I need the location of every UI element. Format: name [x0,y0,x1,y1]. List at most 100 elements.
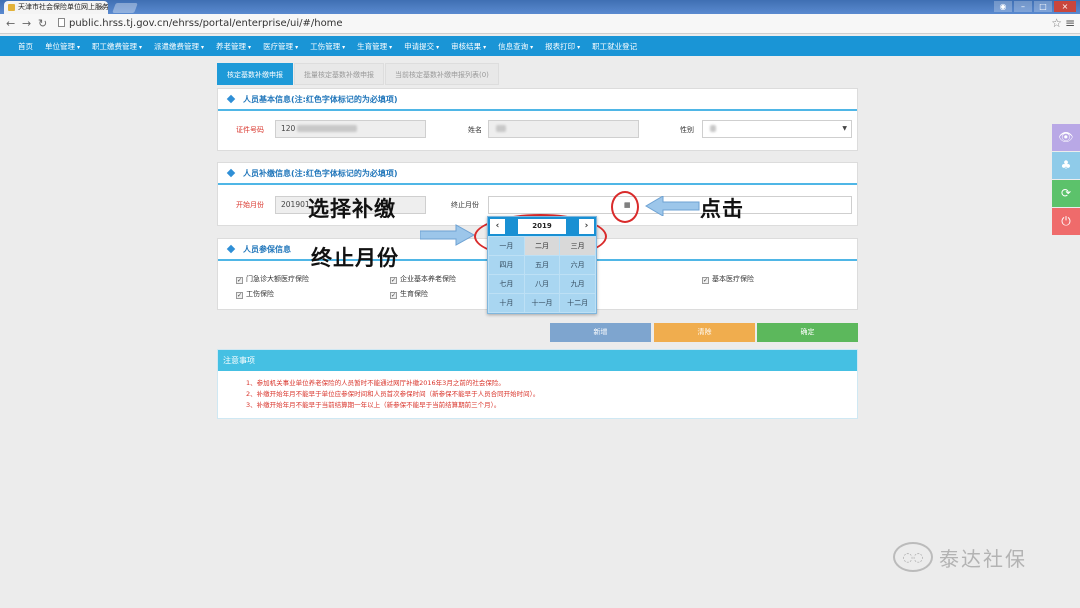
nav-item[interactable]: 工伤管理 ▾ [310,41,345,52]
nav-item[interactable]: 职工就业登记 [592,41,637,52]
nav-item[interactable]: 首页 [18,41,33,52]
tree-icon[interactable]: ♣ [1052,152,1080,179]
diamond-icon [226,244,236,254]
nav-item[interactable]: 信息查询 ▾ [498,41,533,52]
nav-item[interactable]: 职工缴费管理 ▾ [92,41,142,52]
id-number-field: 120 [275,120,426,138]
new-tab-button[interactable] [112,3,138,13]
month-picker-header: ‹ 2019 › [488,217,596,236]
nav-item-label: 审核结果 [451,41,482,51]
month-cell[interactable]: 六月 [560,256,595,274]
nav-item-label: 申请提交 [404,41,435,51]
insurance-checkbox[interactable]: ✓ 生育保险 [390,289,428,299]
month-cell[interactable]: 五月 [524,256,560,274]
diamond-icon [226,168,236,178]
name-field [488,120,639,138]
refresh-icon[interactable]: ⟳ [1052,180,1080,207]
insurance-checkbox[interactable]: ✓ 工伤保险 [236,289,274,299]
browser-tab-bar: 天津市社会保险单位网上服务 × ◉ – □ × [0,0,1080,14]
bookmark-star-icon[interactable]: ☆ [1051,16,1062,30]
favicon-icon [8,4,15,11]
reload-icon[interactable]: ↻ [38,17,47,31]
month-cell[interactable]: 七月 [489,275,524,293]
diamond-icon [226,94,236,104]
notice-line: 3、补缴开始年月不能早于当前结算期一年以上（新参保不能早于当前结算期前三个月）。 [246,401,501,409]
check-icon: ✓ [390,292,397,299]
nav-item-label: 工伤管理 [310,41,341,51]
user-icon[interactable]: ◉ [994,1,1012,12]
nav-item[interactable]: 派遣缴费管理 ▾ [154,41,204,52]
forward-icon[interactable]: → [22,17,31,31]
nav-item-label: 派遣缴费管理 [154,41,200,51]
nav-item[interactable]: 报表打印 ▾ [545,41,580,52]
chevron-down-icon: ▾ [248,43,252,51]
notice-line: 2、补缴开始年月不能早于单位应参保时间和人员首次参保时间（新参保不能早于人员合同… [246,390,540,398]
maximize-icon[interactable]: □ [1034,1,1052,12]
basic-info-header: 人员基本信息(注:红色字体标记的为必填项) [218,89,857,111]
end-month-label: 终止月份 [451,201,479,209]
month-cell[interactable]: 二月 [524,237,560,255]
new-button[interactable]: 新增 [550,323,651,342]
next-year-button[interactable]: › [579,219,594,234]
url-field[interactable]: public.hrss.tj.gov.cn/ehrss/portal/enter… [58,17,343,31]
tab-batch-supplement[interactable]: 批量核定基数补缴申报 [294,63,384,85]
basic-info-panel: 人员基本信息(注:红色字体标记的为必填项) 证件号码 120 姓名 性别 ▼ [217,88,858,151]
insurance-checkbox[interactable]: ✓ 企业基本养老保险 [390,274,456,284]
nav-item-label: 养老管理 [216,41,247,51]
nav-item[interactable]: 医疗管理 ▾ [263,41,298,52]
chevron-down-icon: ▾ [436,43,440,51]
side-toolbar: 👁 ♣ ⟳ ⏻ [1052,124,1080,236]
month-cell[interactable]: 十二月 [560,294,595,312]
close-tab-icon[interactable]: × [98,1,105,14]
check-icon: ✓ [702,277,709,284]
tab-single-supplement[interactable]: 核定基数补缴申报 [217,63,293,85]
month-cell[interactable]: 八月 [524,275,560,293]
chevron-down-icon: ▾ [139,43,143,51]
nav-item-label: 报表打印 [545,41,576,51]
close-window-icon[interactable]: × [1054,1,1076,12]
power-icon[interactable]: ⏻ [1052,208,1080,235]
insurance-checkbox[interactable]: ✓ 门急诊大额医疗保险 [236,274,309,284]
month-cell[interactable]: 九月 [560,275,595,293]
browser-tab-title: 天津市社会保险单位网上服务 [18,3,108,11]
id-number-label: 证件号码 [236,126,264,134]
id-number-value: 120 [281,124,296,133]
nav-item[interactable]: 单位管理 ▾ [45,41,80,52]
chevron-down-icon: ▾ [530,43,534,51]
month-cell[interactable]: 三月 [560,237,595,255]
insurance-info-title: 人员参保信息 [243,245,291,254]
supplement-info-header: 人员补缴信息(注:红色字体标记的为必填项) [218,163,857,185]
name-label: 姓名 [468,126,482,134]
chevron-down-icon: ▾ [483,43,487,51]
browser-menu-icon[interactable]: ≡ [1065,16,1075,30]
tab-current-list[interactable]: 当前核定基数补缴申报列表(0) [385,63,499,85]
month-cell[interactable]: 四月 [489,256,524,274]
year-display[interactable]: 2019 [518,219,566,234]
clear-button[interactable]: 清除 [654,323,755,342]
browser-tab[interactable]: 天津市社会保险单位网上服务 × [4,1,108,14]
confirm-button[interactable]: 确定 [757,323,858,342]
annotation-click-text: 点击 [700,197,744,221]
nav-item[interactable]: 申请提交 ▾ [404,41,439,52]
annotation-end-month-text: 终止月份 [311,246,399,270]
notice-title: 注意事项 [218,350,857,371]
address-bar: ← → ↻ public.hrss.tj.gov.cn/ehrss/portal… [0,14,1080,34]
month-grid: 一月 二月 三月四月 五月 六月七月 八月 九月十月 十一月 十二月 [488,236,596,313]
insurance-label: 基本医疗保险 [712,275,754,283]
nav-item[interactable]: 生育管理 ▾ [357,41,392,52]
gender-select[interactable]: ▼ [702,120,852,138]
month-cell[interactable]: 十一月 [524,294,560,312]
url-text: public.hrss.tj.gov.cn/ehrss/portal/enter… [69,18,343,29]
nav-item-label: 医疗管理 [263,41,294,51]
check-icon: ✓ [390,277,397,284]
back-icon[interactable]: ← [6,17,15,31]
nav-item[interactable]: 审核结果 ▾ [451,41,486,52]
nav-item[interactable]: 养老管理 ▾ [216,41,251,52]
insurance-checkbox[interactable]: ✓ 基本医疗保险 [702,274,754,284]
month-cell[interactable]: 一月 [489,237,524,255]
eye-icon[interactable]: 👁 [1052,124,1080,151]
month-cell[interactable]: 十月 [489,294,524,312]
prev-year-button[interactable]: ‹ [490,219,505,234]
minimize-icon[interactable]: – [1014,1,1032,12]
start-month-label: 开始月份 [236,201,264,209]
